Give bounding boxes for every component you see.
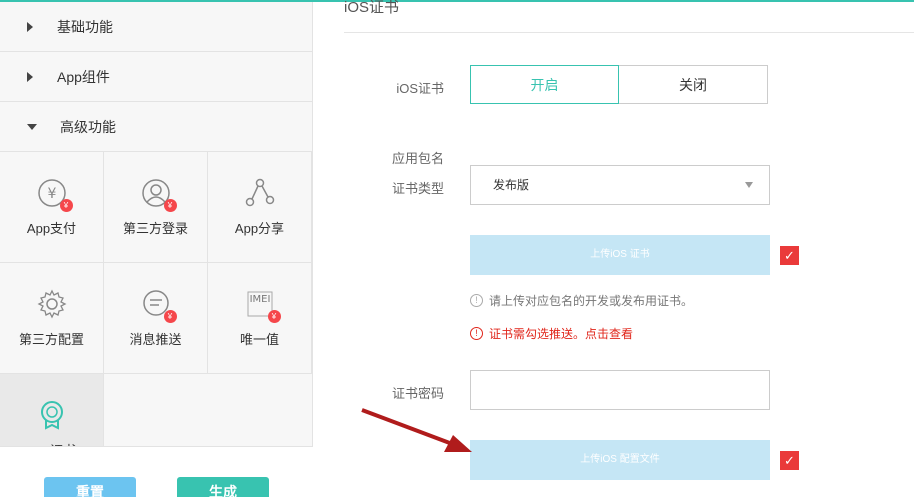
section-title: iOS证书 bbox=[344, 0, 400, 16]
caret-down-icon bbox=[745, 182, 753, 188]
feature-third-party-login[interactable]: ¥ 第三方登录 bbox=[104, 152, 208, 263]
feature-unique-id[interactable]: IMEI ¥ 唯一值 bbox=[208, 263, 312, 374]
divider bbox=[344, 32, 914, 33]
feature-third-party-config[interactable]: 第三方配置 bbox=[0, 263, 104, 374]
menu-app-components[interactable]: App组件 bbox=[0, 52, 312, 102]
cert-tip: ! 请上传对应包名的开发或发布用证书。 bbox=[470, 292, 693, 309]
paid-badge-icon: ¥ bbox=[59, 199, 73, 212]
bundle-id-label: 应用包名 bbox=[391, 151, 444, 166]
upload-ios-cert-button[interactable]: 上传iOS 证书 bbox=[470, 235, 770, 275]
feature-label: 唯一值 bbox=[239, 332, 279, 347]
feature-label: 第三方登录 bbox=[122, 221, 188, 236]
imei-icon: IMEI ¥ bbox=[245, 289, 281, 323]
caret-right-icon bbox=[27, 21, 33, 32]
menu-advanced-functions[interactable]: 高级功能 bbox=[0, 102, 312, 152]
cert-type-label: 证书类型 bbox=[391, 181, 444, 196]
paid-badge-icon: ¥ bbox=[267, 310, 281, 323]
warning-text[interactable]: 证书需勾选推送。点击查看 bbox=[489, 325, 633, 342]
feature-label: App支付 bbox=[26, 221, 77, 236]
paid-badge-icon: ¥ bbox=[163, 310, 177, 323]
generate-button[interactable]: 生成 bbox=[177, 477, 269, 497]
cert-type-value: 发布版 bbox=[493, 178, 530, 192]
ios-cert-toggle: 开启 关闭 bbox=[470, 65, 768, 104]
profile-checkbox[interactable]: ✓ bbox=[780, 451, 799, 470]
message-icon: ¥ bbox=[141, 289, 177, 323]
feature-app-share[interactable]: App分享 bbox=[208, 152, 312, 263]
toggle-off-button[interactable]: 关闭 bbox=[619, 66, 767, 103]
ios-cert-label: iOS证书 bbox=[396, 81, 444, 96]
feature-label: 消息推送 bbox=[129, 332, 182, 347]
user-icon: ¥ bbox=[141, 178, 177, 212]
menu-label: 基础功能 bbox=[57, 18, 113, 35]
gear-icon bbox=[37, 289, 67, 319]
yuan-icon: ¥ ¥ bbox=[37, 178, 73, 212]
svg-text:IMEI: IMEI bbox=[249, 294, 270, 305]
feature-label: 第三方配置 bbox=[18, 332, 84, 347]
feature-app-payment[interactable]: ¥ ¥ App支付 bbox=[0, 152, 104, 263]
push-warning[interactable]: ! 证书需勾选推送。点击查看 bbox=[470, 325, 633, 342]
tip-text: 请上传对应包名的开发或发布用证书。 bbox=[489, 294, 694, 308]
menu-basic-functions[interactable]: 基础功能 bbox=[0, 2, 312, 52]
caret-down-icon bbox=[27, 123, 37, 130]
reset-button[interactable]: 重置 bbox=[44, 477, 136, 497]
action-bar: 重置 生成 bbox=[0, 446, 313, 497]
toggle-on-button[interactable]: 开启 bbox=[470, 65, 619, 104]
cert-checkbox[interactable]: ✓ bbox=[780, 246, 799, 265]
svg-text:¥: ¥ bbox=[47, 186, 56, 202]
feature-push-notification[interactable]: ¥ 消息推送 bbox=[104, 263, 208, 374]
feature-label: App分享 bbox=[234, 221, 285, 236]
info-icon: ! bbox=[470, 294, 483, 307]
upload-ios-profile-button[interactable]: 上传iOS 配置文件 bbox=[470, 440, 770, 480]
menu-label: App组件 bbox=[57, 68, 110, 85]
annotation-arrow-icon bbox=[361, 408, 472, 452]
share-icon bbox=[245, 178, 275, 208]
caret-right-icon bbox=[27, 71, 33, 82]
warning-icon: ! bbox=[470, 327, 483, 340]
cert-type-select[interactable]: 发布版 bbox=[470, 165, 770, 205]
sidebar: 基础功能 App组件 高级功能 ¥ ¥ App支付 ¥ 第三方登录 App分享 … bbox=[0, 2, 313, 497]
certificate-icon bbox=[37, 400, 67, 430]
cert-password-input[interactable] bbox=[470, 370, 770, 410]
paid-badge-icon: ¥ bbox=[163, 199, 177, 212]
feature-grid: ¥ ¥ App支付 ¥ 第三方登录 App分享 第三方配置 ¥ 消息推送 IME… bbox=[0, 152, 313, 485]
menu-label: 高级功能 bbox=[60, 118, 116, 135]
